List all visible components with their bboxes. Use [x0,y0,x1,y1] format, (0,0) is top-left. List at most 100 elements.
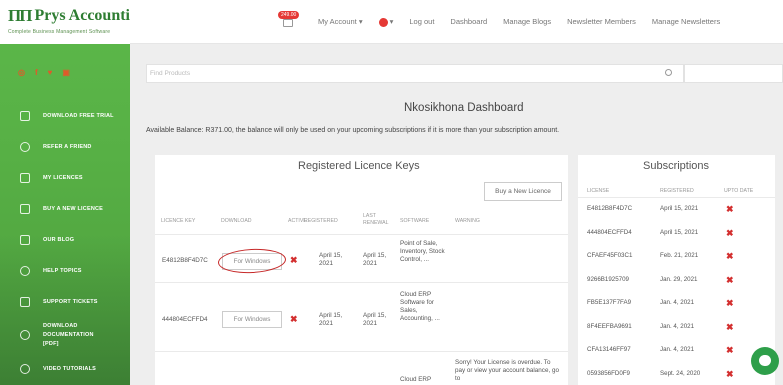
sidebar-item-refer-a-friend[interactable]: REFER A FRIEND [0,131,130,162]
chat-button[interactable] [751,347,779,375]
column-header: REGISTERED [304,218,338,224]
software-name: Cloud ERP Software for Sales, Accounting… [400,291,440,322]
sidebar-item-video-tutorials[interactable]: VIDEO TUTORIALS [0,353,130,384]
manage-blogs-link[interactable]: Manage Blogs [503,17,551,27]
sidebar-item-label: REFER A FRIEND [43,143,92,150]
search-extension [684,64,783,83]
balance-notice: Available Balance: R371.00, the balance … [146,127,560,134]
sidebar-item-label: DOWNLOAD FREE TRIAL [43,112,114,119]
not-uptodate-icon: ✖ [726,275,734,285]
instagram-icon[interactable]: ◎ [18,68,25,77]
column-header: REGISTERED [660,188,694,194]
sidebar: ΠΠPrys Accounting Complete Business Mana… [0,0,130,385]
licence-key: 444804ECFFD4 [162,316,208,323]
software-name: Point of Sale, Inventory, Stock Control,… [400,240,445,263]
cart-icon [283,19,293,27]
logout-link[interactable]: Log out [409,17,434,27]
sidebar-item-label: BUY A NEW LICENCE [43,205,104,212]
logo-mark: ΠΠ [8,6,32,25]
tag-icon [20,234,30,245]
download-icon [20,110,30,121]
subscription-registered: April 15, 2021 [660,229,699,236]
sidebar-item-label: DOWNLOAD DOCUMENTATION [PDF] [43,322,94,347]
sidebar-item-buy-a-new-licence[interactable]: BUY A NEW LICENCE [0,193,130,224]
ticket-icon [20,296,30,307]
column-header: UPTO DATE [724,188,754,194]
sidebar-item-support-tickets[interactable]: SUPPORT TICKETS [0,286,130,317]
sidebar-item-label: MY LICENCES [43,174,83,181]
renewal-date: April 15, 2021 [363,252,387,267]
subscription-license: 9266B1925709 [587,276,629,283]
folder-icon [20,172,30,183]
licence-warning: Sorry! Your License is overdue. To pay o… [455,359,559,382]
subscription-license: 0593856FD0F9 [587,370,630,377]
subscription-license: CFA13146FF97 [587,346,631,353]
software-name: Cloud ERP [400,376,432,383]
sidebar-item-label: SUPPORT TICKETS [43,298,98,305]
social-links: ◎ f ♥ ▣ [18,68,70,77]
twitter-icon[interactable]: ♥ [48,68,53,77]
subscription-registered: Jan. 29, 2021 [660,276,698,283]
not-uptodate-icon: ✖ [726,228,734,238]
not-uptodate-icon: ✖ [726,298,734,308]
row-divider [155,234,568,235]
renewal-date: April 15, 2021 [363,312,387,327]
sidebar-item-help-topics[interactable]: HELP TOPICS [0,255,130,286]
cart-badge: 249.00 [278,11,300,19]
search-input[interactable]: Find Products [146,64,684,83]
buy-new-licence-button[interactable]: Buy a New Licence [484,182,562,201]
licences-title: Registered Licence Keys [298,160,420,172]
youtube-icon[interactable]: ▣ [62,68,70,77]
inactive-icon: ✖ [290,255,298,265]
subscription-registered: Feb. 21, 2021 [660,252,699,259]
brand-tagline: Complete Business Management Software [8,29,111,35]
page-title: Nkosikhona Dashboard [404,102,524,114]
brand-name: Prys Accounting [34,7,130,24]
sidebar-item-label: HELP TOPICS [43,267,82,274]
share-icon [20,141,30,152]
sidebar-item-our-blog[interactable]: OUR BLOG [0,224,130,255]
column-header: WARNING [455,218,480,224]
column-header: SOFTWARE [400,218,430,224]
inactive-icon: ✖ [290,314,298,324]
download-windows-button[interactable]: For Windows [222,311,282,328]
row-divider [155,351,568,352]
licence-key: E4812B8F4D7C [162,257,208,264]
dashboard-link[interactable]: Dashboard [450,17,487,27]
globe-icon [20,265,30,276]
user-menu[interactable]: ▾ [378,17,393,27]
not-uptodate-icon: ✖ [726,369,734,379]
chat-bubble-icon [759,355,771,366]
not-uptodate-icon: ✖ [726,345,734,355]
sidebar-item-download-free-trial[interactable]: DOWNLOAD FREE TRIAL [0,100,130,131]
not-uptodate-icon: ✖ [726,204,734,214]
sidebar-item-my-licences[interactable]: MY LICENCES [0,162,130,193]
manage-newsletters-link[interactable]: Manage Newsletters [652,17,720,27]
subscriptions-title: Subscriptions [643,160,710,172]
search-icon[interactable] [665,69,672,76]
subscription-registered: April 15, 2021 [660,205,699,212]
not-uptodate-icon: ✖ [726,322,734,332]
help-icon [20,363,30,374]
sidebar-nav: DOWNLOAD FREE TRIAL REFER A FRIEND MY LI… [0,100,130,384]
subscription-registered: Jan. 4, 2021 [660,323,695,330]
sidebar-item-download-documentation[interactable]: DOWNLOAD DOCUMENTATION [PDF] [0,317,130,353]
column-header: LICENSE [587,188,610,194]
subscription-license: FB5E137F7FA9 [587,299,632,306]
brand-logo[interactable]: ΠΠPrys Accounting Complete Business Mana… [0,0,130,44]
column-header: LICENCE KEY [161,218,196,224]
calculator-icon [20,203,30,214]
my-account-menu[interactable]: My Account ▾ [318,17,363,27]
subscription-registered: Jan. 4, 2021 [660,299,695,306]
newsletter-members-link[interactable]: Newsletter Members [567,17,636,27]
subscription-registered: Sept. 24, 2020 [660,370,701,377]
subscription-license: 444804ECFFD4 [587,229,632,236]
row-divider [578,197,775,198]
top-links: My Account ▾ ▾ Log out Dashboard Manage … [318,17,736,27]
registered-date: April 15, 2021 [319,312,343,327]
cart-button[interactable]: 249.00 [276,11,300,29]
registered-date: April 15, 2021 [319,252,343,267]
subscription-license: 8F4EEFBA9691 [587,323,632,330]
row-divider [155,282,568,283]
facebook-icon[interactable]: f [35,68,38,77]
